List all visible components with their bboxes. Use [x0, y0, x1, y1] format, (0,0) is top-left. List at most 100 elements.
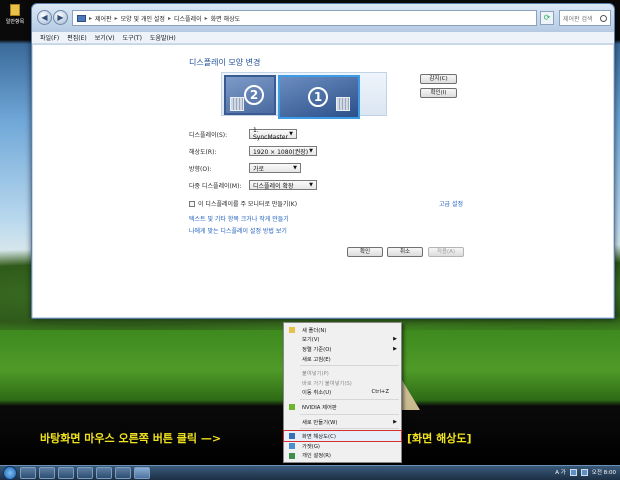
display-value: 1. SyncMaster	[253, 127, 288, 141]
chevron-down-icon: ▼	[289, 131, 293, 137]
breadcrumb-control-panel[interactable]: 제어판	[95, 14, 112, 23]
display-help-link[interactable]: 나에게 맞는 디스플레이 설정 방법 보기	[189, 226, 287, 235]
orientation-value: 가로	[253, 165, 265, 173]
menu-item-nvidia[interactable]: NVIDIA 제어판	[284, 402, 401, 412]
gadget-icon	[289, 442, 295, 449]
menu-separator	[300, 413, 399, 415]
breadcrumb-resolution[interactable]: 화면 해상도	[211, 14, 241, 23]
submenu-arrow-icon: ▶	[393, 345, 397, 352]
clock[interactable]: 오전 8:00	[592, 468, 616, 476]
orientation-select[interactable]: 가로 ▼	[249, 163, 301, 173]
nvidia-icon	[289, 404, 295, 411]
menu-item-new[interactable]: 새로 만들기(W) ▶	[284, 417, 401, 427]
taskbar-app-icon[interactable]	[77, 467, 93, 479]
network-icon[interactable]	[569, 468, 577, 476]
menu-item-paste[interactable]: 붙여넣기(P)	[284, 368, 401, 378]
menu-item-personalize[interactable]: 개인 설정(R)	[284, 451, 401, 461]
menu-separator	[300, 365, 399, 367]
orientation-row: 방향(O): 가로 ▼	[189, 163, 301, 173]
monitor-1-number: 1	[308, 87, 328, 107]
system-tray: A 가 오전 8:00	[555, 468, 616, 476]
page-title: 디스플레이 모양 변경	[189, 58, 261, 67]
menu-item-view[interactable]: 보기(V) ▶	[284, 335, 401, 345]
menu-view[interactable]: 보기(V)	[95, 33, 115, 42]
orientation-label: 방향(O):	[189, 165, 212, 173]
menu-separator	[300, 399, 399, 401]
monitor-2-number: 2	[244, 85, 264, 105]
display-row: 디스플레이(S): 1. SyncMaster ▼	[189, 127, 297, 141]
volume-icon[interactable]	[580, 468, 588, 476]
folder-icon	[10, 4, 20, 16]
taskbar-ie-icon[interactable]	[20, 467, 36, 479]
taskbar-explorer-icon[interactable]	[39, 467, 55, 479]
search-input[interactable]: 제어판 검색	[559, 10, 611, 26]
monitor-arrangement: 2 1	[221, 72, 387, 119]
resolution-select[interactable]: 1920 × 1080(권장) ▼	[249, 146, 317, 156]
advanced-settings-link[interactable]: 고급 설정	[439, 199, 463, 208]
start-button[interactable]	[3, 466, 17, 480]
monitor-1-tile-icon	[336, 97, 350, 111]
title-bar: ◀ ▶ ▸ 제어판 ▸ 모양 및 개인 설정 ▸ 디스플레이 ▸ 화면 해상도 …	[32, 4, 614, 32]
monitor-2[interactable]: 2	[224, 75, 276, 115]
taskbar-control-panel-icon[interactable]	[134, 467, 150, 479]
desktop-icon[interactable]: 일반항목	[4, 4, 26, 25]
chevron-down-icon: ▼	[309, 182, 313, 188]
resolution-label: 해상도(R):	[189, 148, 217, 156]
search-placeholder: 제어판 검색	[563, 15, 593, 23]
menu-item-gadgets[interactable]: 가젯(G)	[284, 441, 401, 451]
multi-display-select[interactable]: 디스플레이 확장 ▼	[249, 180, 317, 190]
breadcrumb-appearance[interactable]: 모양 및 개인 설정	[121, 14, 165, 23]
resolution-row: 해상도(R): 1920 × 1080(권장) ▼	[189, 146, 317, 156]
control-panel-window: ◀ ▶ ▸ 제어판 ▸ 모양 및 개인 설정 ▸ 디스플레이 ▸ 화면 해상도 …	[31, 3, 615, 319]
menu-file[interactable]: 파일(F)	[40, 33, 59, 42]
menu-item-undo-move[interactable]: 이동 취소(U) Ctrl+Z	[284, 388, 401, 398]
menu-edit[interactable]: 편집(E)	[67, 33, 87, 42]
chevron-down-icon: ▼	[309, 148, 313, 154]
primary-monitor-label: 이 디스플레이를 주 모니터로 만들기(K)	[198, 201, 298, 208]
instruction-caption: 바탕화면 마우스 오른쪽 버튼 클릭 —>	[40, 432, 222, 445]
breadcrumb-display[interactable]: 디스플레이	[174, 14, 202, 23]
monitor-1[interactable]: 1	[278, 75, 360, 119]
multi-display-label: 다중 디스플레이(M):	[189, 182, 242, 190]
menu-help[interactable]: 도움말(H)	[150, 33, 176, 42]
primary-monitor-checkbox[interactable]	[189, 200, 195, 207]
menu-item-new-folder[interactable]: 새 폴더(N)	[284, 325, 401, 335]
taskbar-daum-icon[interactable]	[96, 467, 112, 479]
multi-display-row: 다중 디스플레이(M): 디스플레이 확장 ▼	[189, 180, 317, 190]
taskbar-window-icon[interactable]	[115, 467, 131, 479]
ime-indicator[interactable]: A 가	[555, 468, 566, 476]
back-button[interactable]: ◀	[37, 10, 52, 25]
primary-monitor-checkbox-row[interactable]: 이 디스플레이를 주 모니터로 만들기(K)	[189, 199, 297, 208]
detect-button[interactable]: 감지(C)	[420, 74, 457, 84]
search-icon	[600, 14, 607, 22]
identify-button[interactable]: 확인(I)	[420, 88, 457, 98]
submenu-arrow-icon: ▶	[393, 418, 397, 425]
cancel-button[interactable]: 취소	[387, 247, 423, 257]
apply-button[interactable]: 적용(A)	[428, 247, 464, 257]
address-bar[interactable]: ▸ 제어판 ▸ 모양 및 개인 설정 ▸ 디스플레이 ▸ 화면 해상도	[72, 10, 537, 26]
text-size-link[interactable]: 텍스트 및 기타 항목 크거나 작게 만들기	[189, 214, 289, 223]
taskbar: A 가 오전 8:00	[0, 465, 620, 480]
display-select[interactable]: 1. SyncMaster ▼	[249, 127, 297, 141]
menu-bar: 파일(F) 편집(E) 보기(V) 도구(T) 도움말(H)	[32, 32, 614, 44]
menu-item-paste-shortcut[interactable]: 바로 가기 붙여넣기(S)	[284, 378, 401, 388]
shortcut-text: Ctrl+Z	[371, 389, 390, 396]
monitor-icon	[289, 433, 295, 440]
submenu-arrow-icon: ▶	[393, 336, 397, 343]
folder-icon	[289, 327, 295, 333]
desktop-context-menu: 새 폴더(N) 보기(V) ▶ 정렬 기준(O) ▶ 새로 고침(E) 붙여넣기(P…	[283, 322, 402, 463]
taskbar-media-icon[interactable]	[58, 467, 74, 479]
refresh-icon[interactable]: ⟳	[540, 11, 554, 25]
menu-item-refresh[interactable]: 새로 고침(E)	[284, 354, 401, 364]
menu-separator	[300, 428, 399, 430]
monitor-2-tile-icon	[230, 97, 244, 111]
menu-item-sort[interactable]: 정렬 기준(O) ▶	[284, 344, 401, 354]
forward-button[interactable]: ▶	[53, 10, 68, 25]
ok-button[interactable]: 확인	[347, 247, 383, 257]
menu-item-screen-resolution[interactable]: 화면 해상도(C)	[283, 430, 402, 442]
chevron-down-icon: ▼	[293, 165, 297, 171]
personalize-icon	[289, 452, 295, 459]
menu-tools[interactable]: 도구(T)	[123, 33, 142, 42]
multi-display-value: 디스플레이 확장	[253, 182, 294, 190]
resolution-value: 1920 × 1080(권장)	[253, 148, 309, 156]
